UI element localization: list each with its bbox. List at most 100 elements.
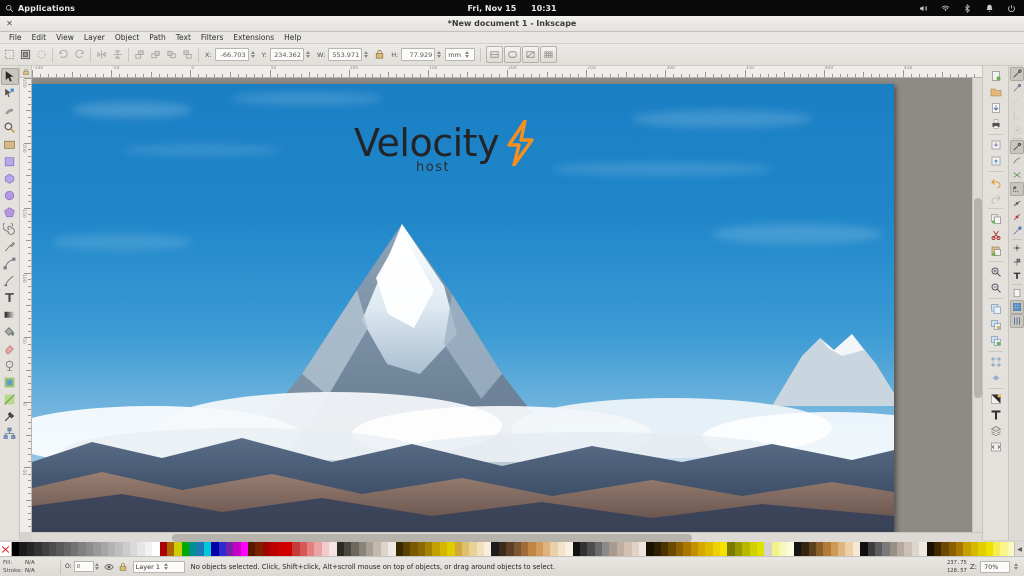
palette-swatch[interactable] xyxy=(867,542,875,556)
palette-swatch[interactable] xyxy=(152,542,160,556)
w-stepper[interactable] xyxy=(363,48,369,61)
snap-path-icon[interactable] xyxy=(1010,154,1024,168)
eye-icon[interactable] xyxy=(104,562,114,572)
object-properties-icon[interactable] xyxy=(987,354,1004,370)
palette-swatch[interactable] xyxy=(255,542,263,556)
palette-swatch[interactable] xyxy=(284,542,293,556)
palette-swatch[interactable] xyxy=(734,542,743,556)
menu-extensions[interactable]: Extensions xyxy=(228,32,279,44)
palette-swatch[interactable] xyxy=(587,542,595,556)
palette-swatch[interactable] xyxy=(63,542,71,556)
raise-icon[interactable] xyxy=(148,47,163,62)
palette-swatch[interactable] xyxy=(439,542,448,556)
palette-swatch[interactable] xyxy=(609,542,617,556)
palette-swatch[interactable] xyxy=(970,542,979,556)
cut-icon[interactable] xyxy=(987,227,1004,243)
eraser-tool[interactable] xyxy=(1,340,19,357)
snap-enable-icon[interactable] xyxy=(1009,67,1024,81)
palette-swatch[interactable] xyxy=(336,542,344,556)
color-palette[interactable]: ◀ xyxy=(0,542,1024,556)
palette-swatch[interactable] xyxy=(476,542,484,556)
menu-edit[interactable]: Edit xyxy=(27,32,52,44)
vertical-scroll-thumb[interactable] xyxy=(974,198,982,398)
palette-swatch[interactable] xyxy=(683,542,691,556)
node-editor-tool[interactable] xyxy=(1,85,19,102)
palette-swatch[interactable] xyxy=(616,542,625,556)
h-field[interactable]: 77.929 xyxy=(401,48,436,61)
palette-swatch[interactable] xyxy=(174,542,182,556)
snap-object-center-icon[interactable] xyxy=(1010,224,1024,238)
palette-swatch[interactable] xyxy=(137,542,145,556)
h-stepper[interactable] xyxy=(436,48,442,61)
palette-swatch[interactable] xyxy=(727,542,735,556)
bluetooth-icon[interactable] xyxy=(963,3,972,13)
palette-swatch[interactable] xyxy=(926,542,934,556)
palette-swatch[interactable] xyxy=(321,542,330,556)
palette-swatch[interactable] xyxy=(277,542,285,556)
palette-swatch[interactable] xyxy=(646,542,654,556)
ungroup-icon[interactable] xyxy=(987,333,1004,349)
palette-swatch[interactable] xyxy=(270,542,278,556)
palette-swatch[interactable] xyxy=(432,542,440,556)
select-all-icon[interactable] xyxy=(2,47,17,62)
search-icon[interactable] xyxy=(5,4,14,13)
palette-swatch[interactable] xyxy=(661,542,669,556)
palette-swatch[interactable] xyxy=(771,542,779,556)
palette-swatch[interactable] xyxy=(860,542,868,556)
palette-swatch[interactable] xyxy=(882,542,890,556)
palette-swatch[interactable] xyxy=(240,542,248,556)
palette-swatch[interactable] xyxy=(779,542,787,556)
menu-object[interactable]: Object xyxy=(110,32,144,44)
export-icon[interactable] xyxy=(987,153,1004,169)
undo-icon[interactable] xyxy=(987,174,1004,190)
palette-swatch[interactable] xyxy=(189,542,197,556)
palette-swatch[interactable] xyxy=(329,542,337,556)
print-icon[interactable] xyxy=(987,116,1004,132)
palette-swatch[interactable] xyxy=(941,542,949,556)
palette-swatch[interactable] xyxy=(712,542,720,556)
palette-swatch[interactable] xyxy=(366,542,374,556)
menu-file[interactable]: File xyxy=(4,32,27,44)
diagram-connector-tool[interactable] xyxy=(1,425,19,442)
logo-group[interactable]: Velocity host xyxy=(354,119,537,175)
palette-swatch[interactable] xyxy=(159,542,167,556)
snap-bbox-corner-icon[interactable] xyxy=(1010,95,1024,109)
palette-swatch[interactable] xyxy=(425,542,433,556)
menu-layer[interactable]: Layer xyxy=(79,32,110,44)
open-document-icon[interactable] xyxy=(987,84,1004,100)
snap-grid-icon[interactable] xyxy=(1009,300,1024,314)
palette-swatch[interactable] xyxy=(801,542,809,556)
bezier-pen-tool[interactable] xyxy=(1,255,19,272)
palette-none-swatch[interactable] xyxy=(0,542,12,556)
palette-swatch[interactable] xyxy=(484,542,492,556)
palette-swatch[interactable] xyxy=(985,542,993,556)
palette-swatch[interactable] xyxy=(948,542,956,556)
snap-bounding-box-icon[interactable] xyxy=(1010,81,1024,95)
zoom-stepper[interactable] xyxy=(1013,560,1019,573)
palette-swatch[interactable] xyxy=(572,542,580,556)
palette-swatch[interactable] xyxy=(417,542,425,556)
tweak-tool[interactable] xyxy=(1,102,19,119)
text-and-font-icon[interactable] xyxy=(987,407,1004,423)
palette-swatch[interactable] xyxy=(830,542,838,556)
palette-swatch[interactable] xyxy=(543,542,551,556)
dropper-tool[interactable] xyxy=(1,408,19,425)
redo-icon[interactable] xyxy=(987,190,1004,206)
snap-cusp-node-icon[interactable] xyxy=(1009,182,1024,196)
palette-swatch[interactable] xyxy=(1000,542,1008,556)
affect-rounded-corners-icon[interactable] xyxy=(503,46,521,63)
palette-swatch[interactable] xyxy=(513,542,521,556)
palette-swatch[interactable] xyxy=(115,542,123,556)
palette-swatch[interactable] xyxy=(675,542,684,556)
snap-text-baseline-icon[interactable] xyxy=(1010,269,1024,283)
snap-rotation-center-icon[interactable] xyxy=(1010,241,1024,255)
palette-swatch[interactable] xyxy=(815,542,824,556)
wifi-icon[interactable] xyxy=(941,4,950,13)
new-document-icon[interactable] xyxy=(987,68,1004,84)
palette-swatch[interactable] xyxy=(631,542,639,556)
palette-swatch[interactable] xyxy=(107,542,116,556)
palette-swatch[interactable] xyxy=(343,542,352,556)
raise-to-top-icon[interactable] xyxy=(132,47,147,62)
snap-smooth-node-icon[interactable] xyxy=(1010,196,1024,210)
palette-swatch[interactable] xyxy=(594,542,602,556)
